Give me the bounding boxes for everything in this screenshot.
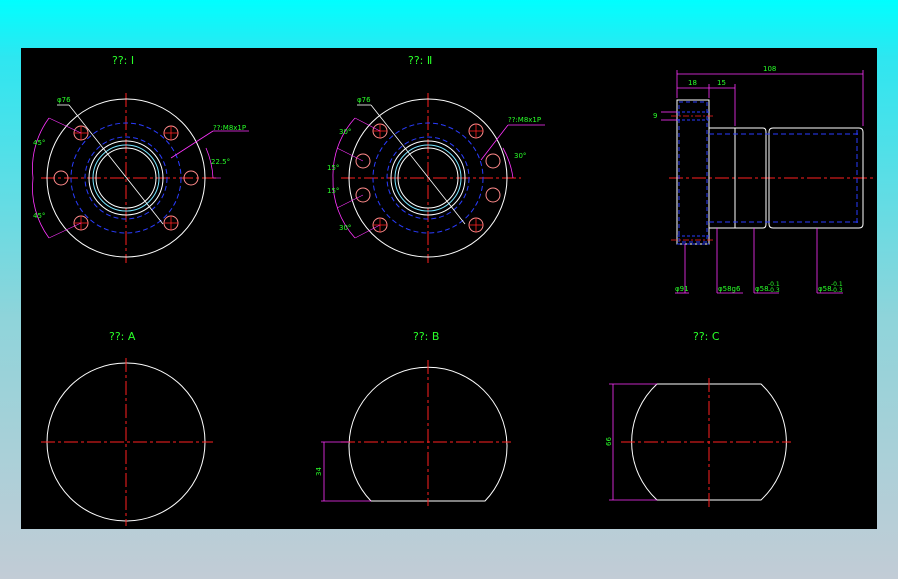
cad-drawing: ??: Ⅰ φ76 ??:M8x1P 45° 45° 22.5° ??: Ⅱ φ… (32, 54, 876, 526)
thread-label-type-1: ??:M8x1P (213, 124, 246, 132)
dia-body-2-tol: -0.1 -0.3 (831, 281, 843, 294)
side-view: 108 18 15 9 φ91 φ58g6 φ58 -0.1 -0.3 φ58 -… (653, 65, 876, 294)
angle-top-type-2: 30° (339, 128, 351, 136)
dia-label-type-1: φ76 (57, 96, 71, 104)
dim-total: 108 (763, 65, 776, 73)
title-type-b: ??: B (413, 330, 439, 343)
dia-label-type-2: φ76 (357, 96, 371, 104)
thread-label-type-2: ??:M8x1P (508, 116, 541, 124)
dim-cut-c: 66 (605, 437, 613, 446)
angle-mid-top-type-2: 15° (327, 164, 339, 172)
angle-bottom-type-1: 45° (33, 212, 45, 220)
cut-type-c: ??: C 66 (605, 330, 791, 508)
dia-spigot: φ58g6 (718, 285, 741, 293)
title-type-c: ??: C (693, 330, 720, 343)
angle-right-type-2: 30° (514, 152, 526, 160)
title-type-a: ??: A (109, 330, 136, 343)
flange-type-2: ??: Ⅱ φ76 ??:M8x1P 30° 15° 15° 30° 30° (327, 54, 545, 263)
dia-body-1: φ58 (755, 285, 769, 293)
cut-type-a: ??: A (41, 330, 213, 526)
angle-right-type-1: 22.5° (211, 158, 230, 166)
dim-step: 15 (717, 79, 726, 87)
title-type-2: ??: Ⅱ (408, 54, 432, 67)
dim-cut-b: 34 (315, 467, 323, 476)
angle-bottom-type-2: 30° (339, 224, 351, 232)
angle-mid-bottom-type-2: 15° (327, 187, 339, 195)
dia-body-1-tol: -0.1 -0.3 (768, 281, 780, 294)
angle-top-type-1: 45° (33, 139, 45, 147)
dia-flange: φ91 (675, 285, 689, 293)
title-type-1: ??: Ⅰ (112, 54, 134, 67)
dim-hole: 9 (653, 112, 657, 120)
dim-flange: 18 (688, 79, 697, 87)
cut-type-b: ??: B 34 (315, 330, 511, 506)
flange-type-1: ??: Ⅰ φ76 ??:M8x1P 45° 45° 22.5° (32, 54, 249, 263)
cad-drawing-canvas: ??: Ⅰ φ76 ??:M8x1P 45° 45° 22.5° ??: Ⅱ φ… (21, 48, 877, 529)
dia-body-2: φ58 (818, 285, 832, 293)
